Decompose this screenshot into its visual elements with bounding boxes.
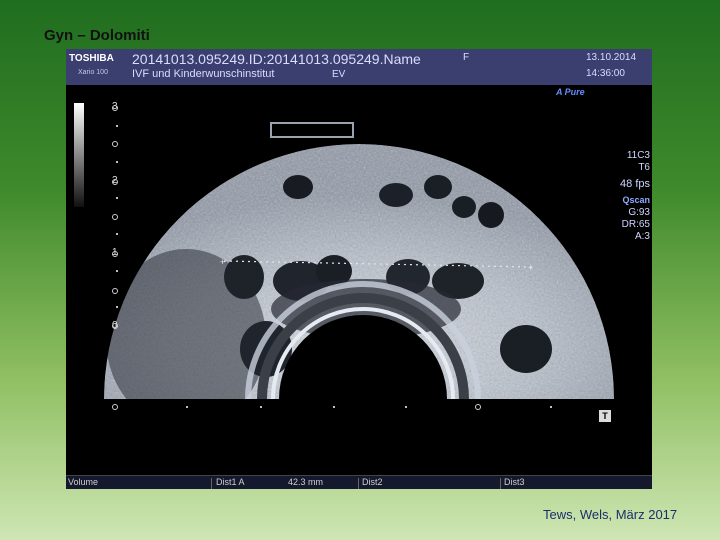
dist3-label: Dist3 [504, 477, 525, 487]
slide-title: Gyn – Dolomiti [44, 27, 150, 44]
ultrasound-image: + + [104, 122, 614, 399]
slide-credit: Tews, Wels, März 2017 [543, 507, 678, 522]
depth-marker [112, 214, 118, 220]
qscan-label: Qscan [622, 195, 650, 205]
orientation-marker: T [599, 410, 611, 422]
divider [211, 478, 212, 489]
lateral-tick [333, 406, 335, 408]
depth-marker [112, 251, 118, 257]
svg-text:+: + [220, 257, 225, 267]
lateral-tick [260, 406, 262, 408]
ultrasound-screen: TOSHIBA Xario 100 20141013.095249.ID:201… [66, 49, 652, 489]
depth-marker [112, 141, 118, 147]
svg-text:+: + [528, 263, 533, 273]
volume-label: Volume [68, 477, 99, 487]
depth-marker [112, 105, 118, 111]
lateral-tick [186, 406, 188, 408]
dist2-label: Dist2 [362, 477, 383, 487]
fps-label: 48 fps [620, 178, 650, 190]
dist1-value: 42.3 mm [288, 477, 324, 487]
a-label: A:3 [634, 231, 650, 242]
depth-tick [116, 233, 118, 235]
dynamic-range-label: DR:65 [621, 219, 650, 230]
depth-tick [116, 125, 118, 127]
depth-marker [112, 404, 118, 410]
dist1-label: Dist1 A [216, 477, 245, 487]
depth-tick [116, 306, 118, 308]
lateral-tick [405, 406, 407, 408]
depth-marker [112, 323, 118, 329]
depth-tick [116, 197, 118, 199]
depth-tick [116, 161, 118, 163]
focus-marker [475, 404, 481, 410]
divider [358, 478, 359, 489]
measurement-bar: Volume Dist1 A 42.3 mm Dist2 Dist3 [66, 475, 652, 489]
probe-label: 11C3 [626, 150, 650, 161]
divider [500, 478, 501, 489]
setting-label: T6 [638, 162, 650, 173]
gain-label: G:93 [628, 207, 650, 218]
depth-marker [112, 179, 118, 185]
depth-marker [112, 288, 118, 294]
depth-tick [116, 270, 118, 272]
lateral-tick [550, 406, 552, 408]
scan-parameters: 11C3 T6 48 fps Qscan G:93 DR:65 A:3 [620, 150, 650, 243]
